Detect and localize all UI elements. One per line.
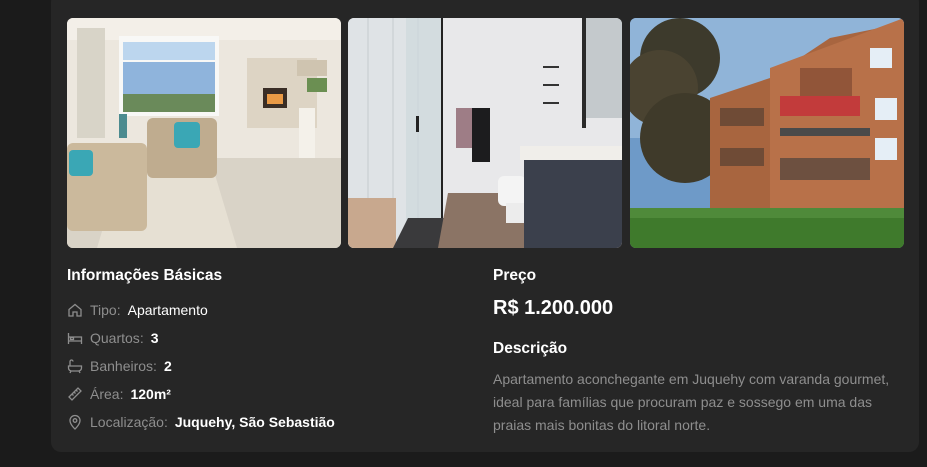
bed-icon — [67, 330, 83, 346]
info-row-type: Tipo: Apartamento — [67, 301, 208, 319]
description-text: Apartamento aconchegante em Juquehy com … — [493, 371, 890, 433]
building-exterior-photo[interactable] — [630, 18, 904, 248]
info-label: Quartos — [90, 330, 140, 346]
price-heading: Preço — [493, 267, 537, 284]
info-label: Área — [90, 386, 120, 402]
info-value: Juquehy, São Sebastião — [174, 414, 335, 430]
description-heading: Descrição — [493, 340, 568, 357]
info-label: Tipo — [90, 302, 117, 318]
info-value: 120m² — [130, 386, 171, 402]
info-row-bathrooms: Banheiros: 2 — [67, 357, 172, 375]
basic-info-heading: Informações Básicas — [67, 267, 223, 284]
info-label: Localização — [90, 414, 164, 430]
info-value: 3 — [150, 330, 159, 346]
living-room-photo[interactable] — [67, 18, 341, 248]
map-pin-icon — [67, 414, 83, 430]
bath-icon — [67, 358, 83, 374]
info-row-bedrooms: Quartos: 3 — [67, 329, 159, 347]
info-label: Banheiros — [90, 358, 154, 374]
home-icon — [67, 302, 83, 318]
info-row-area: Área: 120m² — [67, 385, 171, 403]
info-row-location: Localização: Juquehy, São Sebastião — [67, 413, 335, 431]
bathroom-photo[interactable] — [348, 18, 622, 248]
ruler-icon — [67, 386, 83, 402]
info-value: 2 — [163, 358, 172, 374]
info-value: Apartamento — [127, 302, 208, 318]
price-value: R$ 1.200.000 — [493, 297, 614, 319]
